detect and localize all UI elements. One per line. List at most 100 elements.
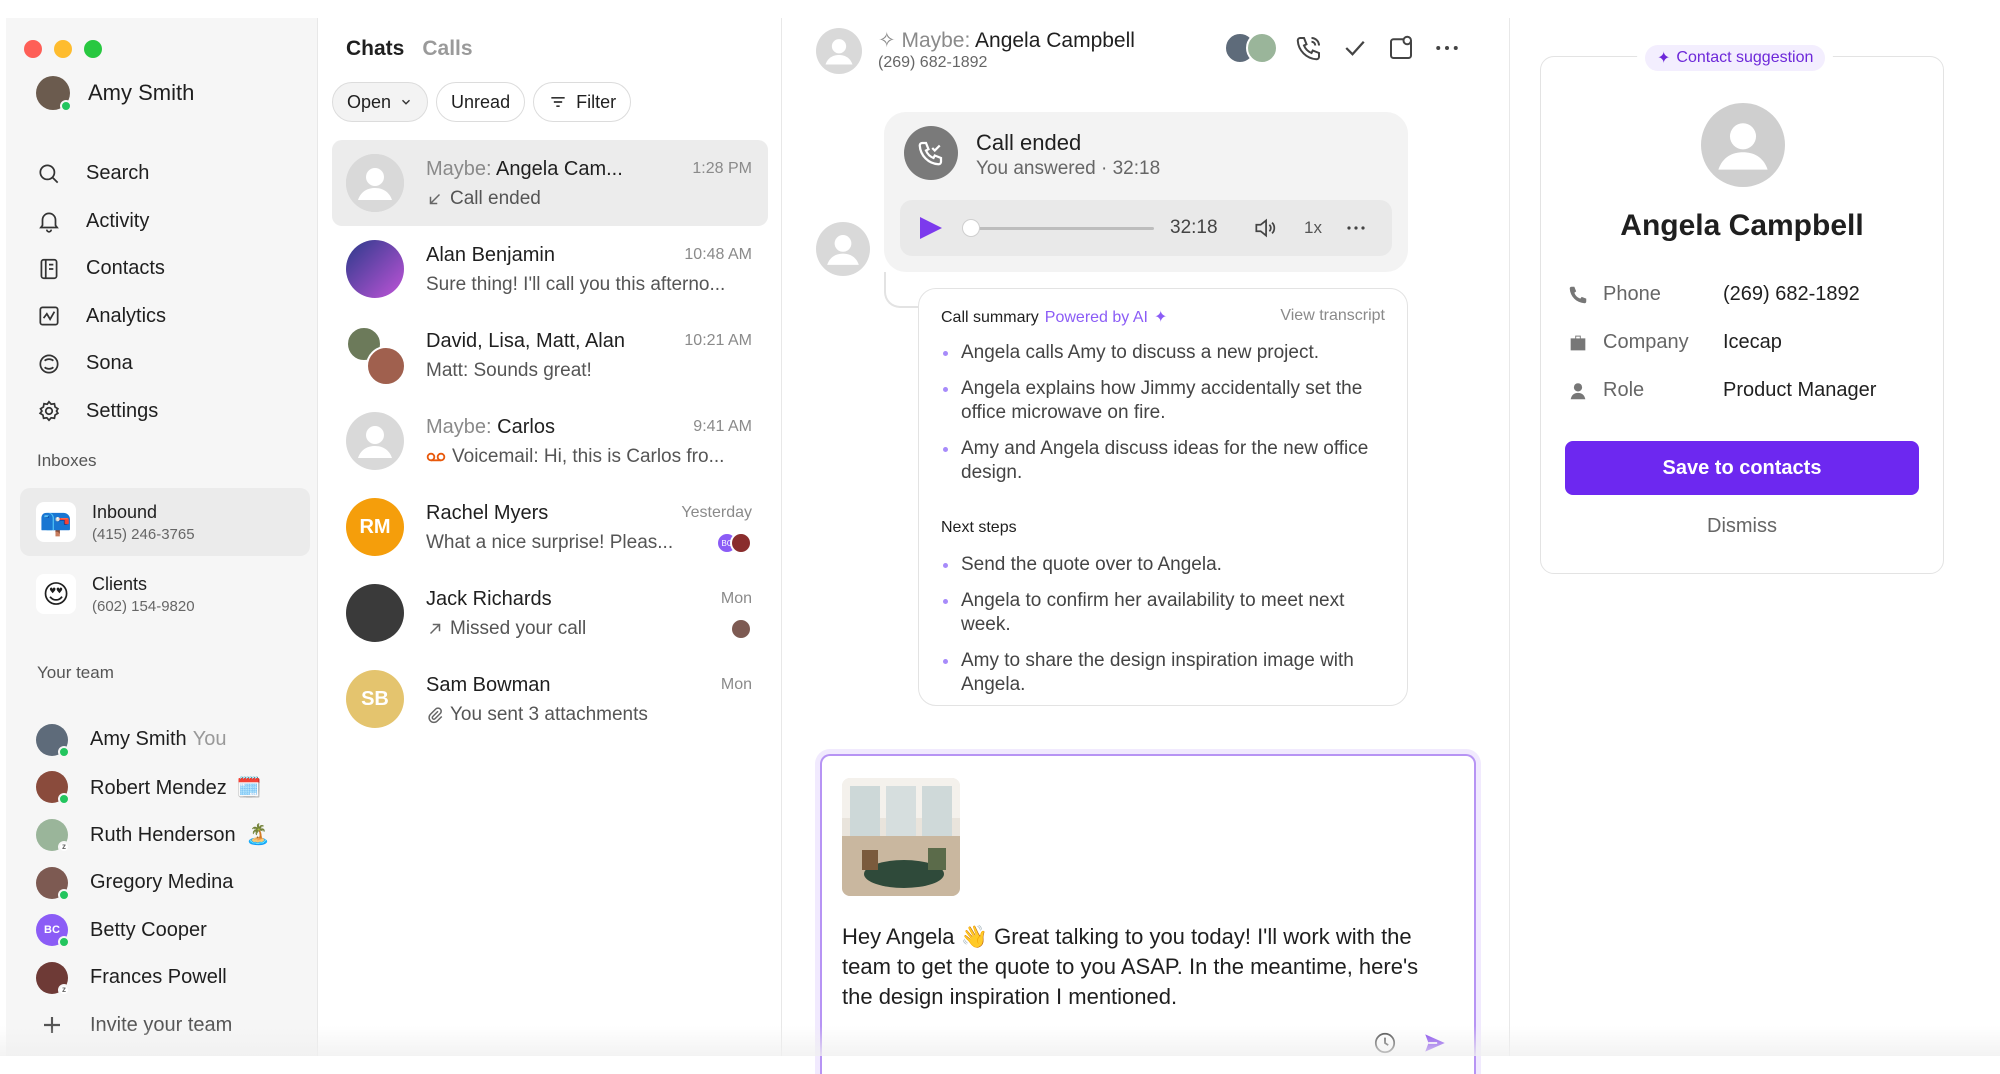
chat-time: 10:21 AM bbox=[684, 332, 752, 349]
schedule-clock-icon[interactable] bbox=[1372, 1030, 1398, 1056]
chat-preview: You sent 3 attachments bbox=[450, 704, 648, 725]
online-indicator bbox=[58, 793, 70, 806]
field-value[interactable]: Icecap bbox=[1723, 331, 1782, 354]
message-composer[interactable]: Hey Angela 👋 Great talking to you today!… bbox=[820, 754, 1476, 1074]
mini-avatar bbox=[730, 618, 752, 640]
list-tabs: Chats Calls bbox=[346, 37, 473, 61]
group-avatar bbox=[346, 326, 406, 386]
attachment-thumbnail[interactable] bbox=[842, 778, 960, 896]
nav-search[interactable]: Search bbox=[36, 150, 166, 198]
avatar-initials: BC bbox=[44, 924, 60, 937]
voicemail-icon bbox=[426, 452, 446, 462]
contact-avatar[interactable] bbox=[816, 28, 862, 74]
seek-handle[interactable] bbox=[962, 219, 980, 237]
contact-panel: ✦ Contact suggestion Angela Campbell Pho… bbox=[1510, 18, 2000, 1056]
participants[interactable] bbox=[1224, 32, 1278, 64]
team-member[interactable]: Robert Mendez 🗓️ bbox=[36, 764, 271, 812]
plus-icon bbox=[44, 1017, 60, 1034]
team-member[interactable]: Amy Smith You bbox=[36, 716, 271, 764]
chat-name: Rachel Myers bbox=[426, 502, 549, 524]
chat-row[interactable]: Maybe: Angela Cam... 1:28 PM Call ended bbox=[332, 140, 768, 226]
avatar: RM bbox=[346, 498, 404, 556]
chat-row[interactable]: RM Rachel Myers Yesterday What a nice su… bbox=[332, 484, 768, 570]
nav-sona[interactable]: Sona bbox=[36, 340, 166, 388]
contact-name: Angela Campbell bbox=[975, 29, 1135, 52]
snooze-indicator: z bbox=[58, 983, 70, 996]
close-window-button[interactable] bbox=[24, 40, 42, 58]
play-button[interactable] bbox=[920, 217, 942, 239]
app-window: Amy Smith Search Activity Contacts Analy… bbox=[0, 0, 2000, 1074]
dismiss-button[interactable]: Dismiss bbox=[1541, 515, 1943, 538]
tab-chats[interactable]: Chats bbox=[346, 37, 404, 61]
nav-activity[interactable]: Activity bbox=[36, 198, 166, 246]
conversation-panel: ✧ Maybe: Angela Campbell (269) 682-1892 … bbox=[782, 18, 1510, 1074]
nav-label: Contacts bbox=[86, 257, 165, 280]
missed-call-icon bbox=[429, 623, 441, 635]
person-placeholder-icon bbox=[346, 412, 404, 470]
team-member[interactable]: Gregory Medina bbox=[36, 859, 271, 907]
mailbox-icon: 📪 bbox=[36, 502, 76, 542]
heart-eyes-icon: 😍 bbox=[36, 574, 76, 614]
chat-row[interactable]: Jack Richards Mon Missed your call bbox=[332, 570, 768, 656]
contact-name: Angela Campbell bbox=[1620, 209, 1864, 242]
playback-speed-button[interactable]: 1x bbox=[1304, 218, 1322, 238]
avatar bbox=[346, 154, 404, 212]
field-value[interactable]: (269) 682-1892 bbox=[1723, 283, 1860, 306]
chat-row[interactable]: SB Sam Bowman Mon You sent 3 attachments bbox=[332, 656, 768, 742]
filter-button[interactable]: Filter bbox=[533, 82, 632, 122]
sidebar: Amy Smith Search Activity Contacts Analy… bbox=[6, 18, 318, 1056]
more-options-icon[interactable] bbox=[1432, 33, 1462, 63]
call-arrow-icon bbox=[429, 193, 441, 205]
phone-field: Phone (269) 682-1892 bbox=[1567, 283, 1860, 306]
conversation-actions bbox=[1224, 32, 1462, 64]
person-placeholder-icon bbox=[1701, 103, 1785, 187]
sparkle-icon: ✦ bbox=[1657, 50, 1671, 67]
field-value[interactable]: Product Manager bbox=[1723, 379, 1876, 402]
view-transcript-link[interactable]: View transcript bbox=[1280, 307, 1385, 325]
avatar: BC bbox=[36, 914, 70, 949]
chat-row[interactable]: David, Lisa, Matt, Alan 10:21 AM Matt: S… bbox=[332, 312, 768, 398]
team-member[interactable]: BC Betty Cooper bbox=[36, 906, 271, 954]
inboxes-heading: Inboxes bbox=[37, 451, 97, 470]
message-draft[interactable]: Hey Angela 👋 Great talking to you today!… bbox=[842, 922, 1454, 1012]
chat-row[interactable]: Maybe: Carlos 9:41 AM Voicemail: Hi, thi… bbox=[332, 398, 768, 484]
filter-label: Filter bbox=[576, 91, 617, 112]
more-options-icon[interactable] bbox=[1344, 216, 1368, 240]
avatar: z bbox=[36, 818, 70, 853]
team-member[interactable]: z Frances Powell bbox=[36, 954, 271, 1002]
you-label: You bbox=[192, 728, 227, 751]
chat-time: Yesterday bbox=[681, 504, 752, 521]
volume-icon[interactable] bbox=[1252, 215, 1278, 241]
save-to-contacts-button[interactable]: Save to contacts bbox=[1565, 441, 1919, 495]
chat-preview: Missed your call bbox=[450, 618, 587, 639]
minimize-window-button[interactable] bbox=[54, 40, 72, 58]
summary-heading: Call summary Powered by AI ✦ bbox=[941, 307, 1167, 327]
seek-track[interactable] bbox=[964, 227, 1154, 230]
nav-analytics[interactable]: Analytics bbox=[36, 293, 166, 341]
panel-toggle-icon[interactable] bbox=[1386, 33, 1416, 63]
team-member[interactable]: z Ruth Henderson 🏝️ bbox=[36, 811, 271, 859]
checkmark-icon[interactable] bbox=[1340, 33, 1370, 63]
nav-contacts[interactable]: Contacts bbox=[36, 245, 166, 293]
status-filter-dropdown[interactable]: Open bbox=[332, 82, 429, 122]
nav-settings[interactable]: Settings bbox=[36, 388, 166, 436]
avatar bbox=[36, 723, 70, 758]
chat-time: 1:28 PM bbox=[692, 160, 752, 177]
invite-team-button[interactable]: Invite your team bbox=[36, 1002, 271, 1050]
unread-filter-button[interactable]: Unread bbox=[436, 82, 526, 122]
inbox-name: Inbound bbox=[92, 501, 158, 522]
current-user[interactable]: Amy Smith bbox=[36, 76, 195, 112]
phone-call-icon[interactable] bbox=[1294, 33, 1324, 63]
inbox-inbound[interactable]: 📪 Inbound (415) 246-3765 bbox=[20, 488, 310, 556]
briefcase-icon bbox=[1570, 335, 1586, 350]
inbox-clients[interactable]: 😍 Clients (602) 154-9820 bbox=[20, 560, 310, 628]
tab-calls[interactable]: Calls bbox=[422, 37, 472, 61]
nav-label: Activity bbox=[86, 209, 150, 232]
maximize-window-button[interactable] bbox=[84, 40, 102, 58]
send-icon[interactable] bbox=[1422, 1030, 1448, 1056]
user-name: Amy Smith bbox=[88, 80, 195, 105]
online-indicator bbox=[58, 936, 70, 949]
chat-time: Mon bbox=[720, 676, 752, 693]
chat-preview: Call ended bbox=[450, 188, 541, 209]
chat-row[interactable]: Alan Benjamin 10:48 AM Sure thing! I'll … bbox=[332, 226, 768, 312]
